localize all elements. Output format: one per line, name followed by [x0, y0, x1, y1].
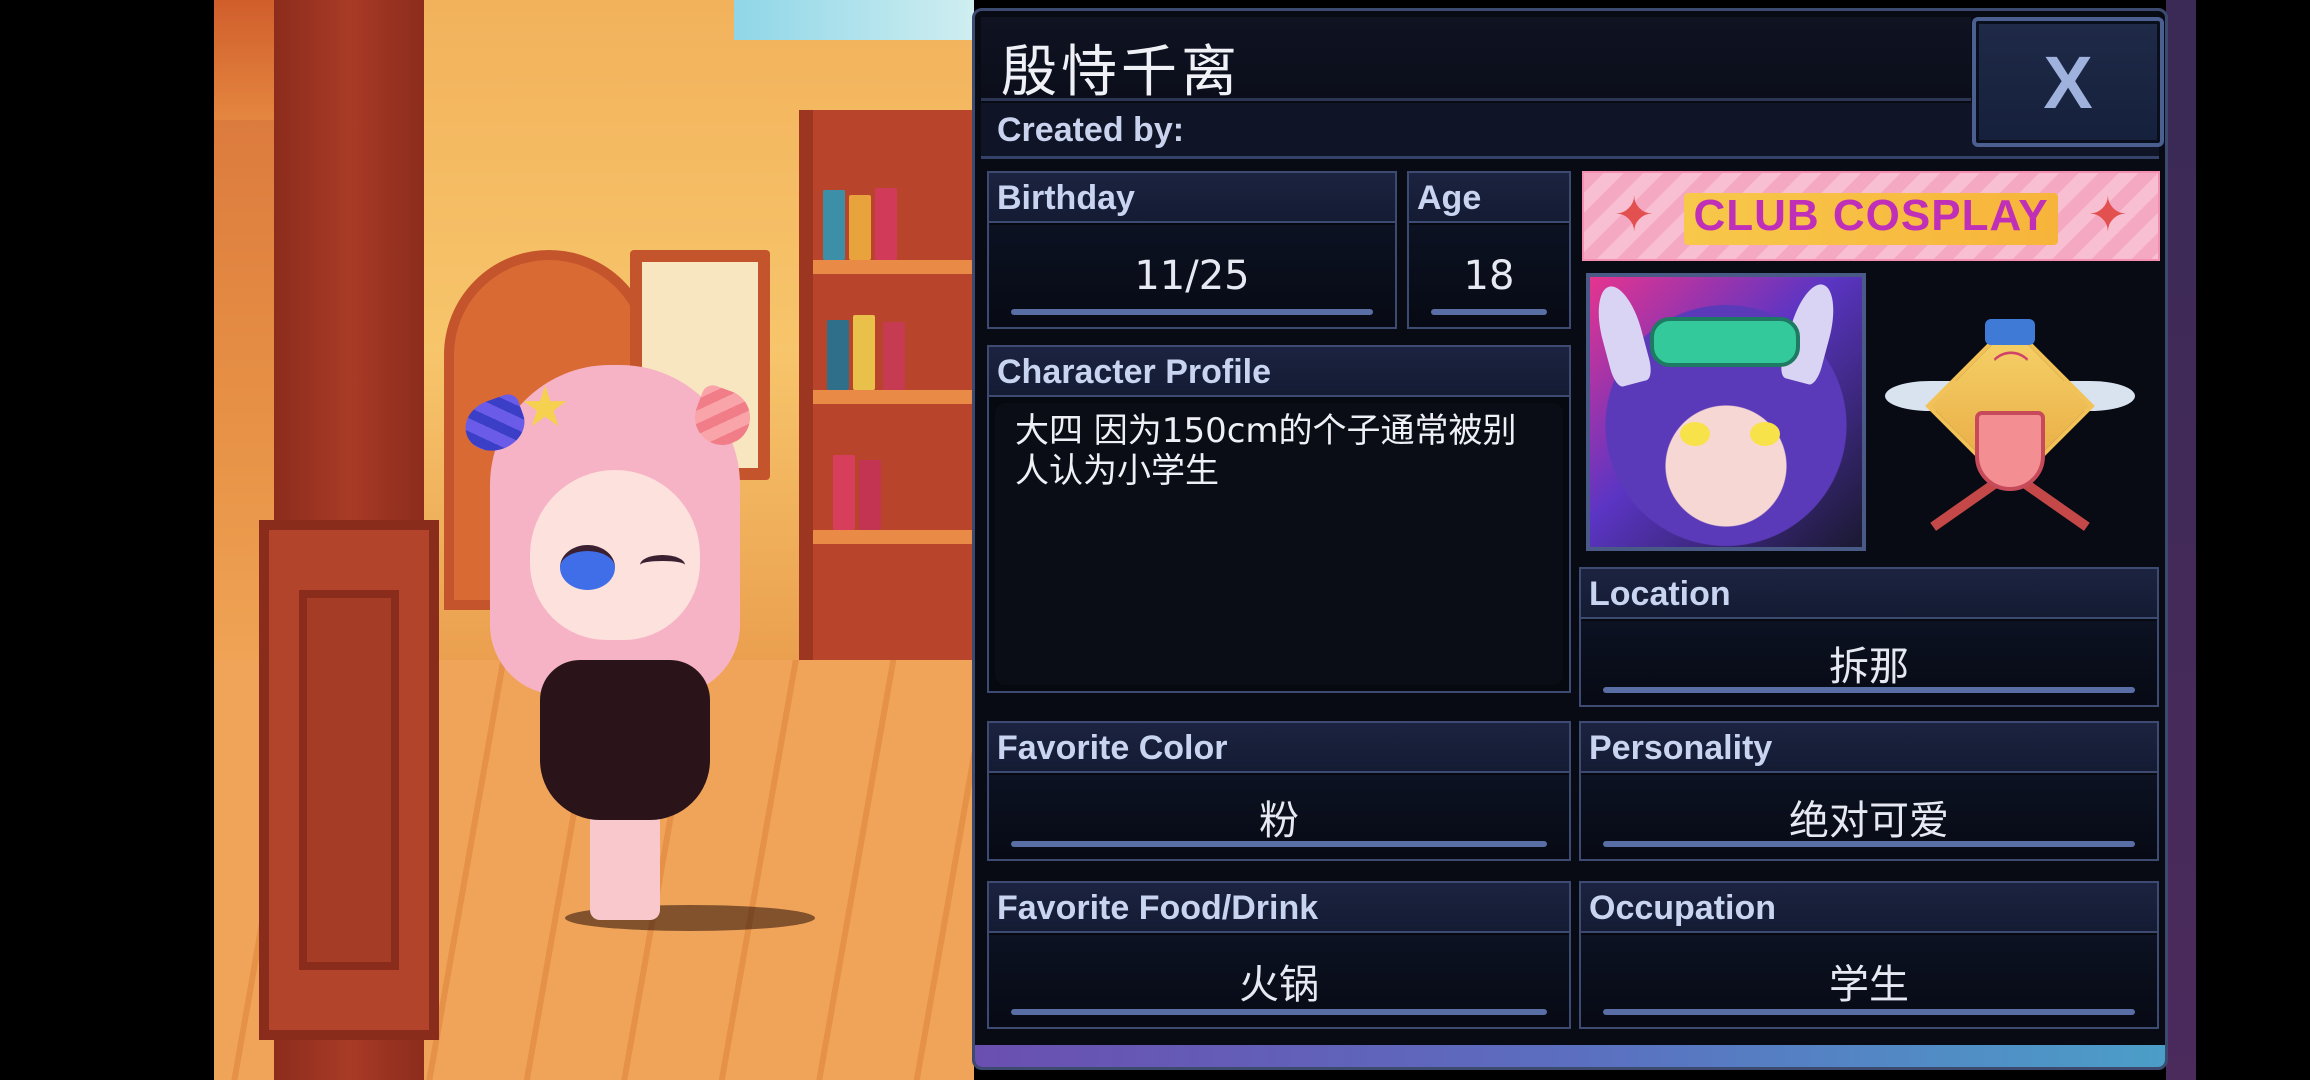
book	[849, 195, 871, 260]
character-name[interactable]: 殷恃千离	[1001, 27, 1241, 108]
panel-bottom-glow	[975, 1045, 2165, 1067]
character-dress	[540, 660, 710, 820]
age-underline	[1431, 309, 1547, 315]
emblem-shield	[1975, 411, 2045, 491]
location-underline	[1603, 687, 2135, 693]
star-icon: ★	[520, 375, 571, 440]
scene-pillar-panel	[299, 590, 399, 970]
created-by-label: Created by:	[997, 111, 1185, 149]
close-icon: X	[2043, 40, 2093, 124]
shelf-row	[813, 390, 974, 404]
scene-bookshelf	[799, 110, 974, 730]
club-banner: ✦ CLUB COSPLAY ✦	[1582, 171, 2160, 261]
favorite-food-field: Favorite Food/Drink 火锅	[987, 881, 1571, 1029]
portrait-ear	[1589, 281, 1655, 389]
shelf-row	[813, 260, 974, 274]
banner-emblem-left-icon: ✦	[1614, 187, 1655, 243]
emblem-cap	[1985, 319, 2035, 345]
book	[883, 322, 905, 390]
birthday-label: Birthday	[989, 173, 1395, 223]
banner-text: CLUB COSPLAY	[1693, 191, 2049, 240]
birthday-underline	[1011, 309, 1373, 315]
personality-field: Personality 绝对可爱	[1579, 721, 2159, 861]
favorite-color-field: Favorite Color 粉	[987, 721, 1571, 861]
portrait-eye	[1750, 422, 1780, 446]
right-edge-scene	[2166, 0, 2196, 1080]
character-face	[530, 470, 700, 640]
favorite-food-underline	[1011, 1009, 1547, 1015]
character-eye	[560, 545, 615, 590]
location-label: Location	[1581, 569, 2157, 619]
favorite-food-label: Favorite Food/Drink	[989, 883, 1569, 933]
occupation-label: Occupation	[1581, 883, 2157, 933]
gacha-character[interactable]: ★	[458, 350, 815, 950]
book	[859, 460, 881, 530]
character-profile-field: Character Profile 大四 因为150cm的个子通常被别人认为小学…	[987, 345, 1571, 693]
character-profile-panel: 殷恃千离 Created by: X Birthday 11/25 Age 18…	[972, 8, 2168, 1070]
book	[823, 190, 845, 260]
banner-emblem-right-icon: ✦	[2087, 187, 2128, 243]
book	[833, 455, 855, 530]
scene-sky	[734, 0, 974, 40]
character-profile-textarea[interactable]: 大四 因为150cm的个子通常被别人认为小学生	[995, 403, 1563, 685]
favorite-color-label: Favorite Color	[989, 723, 1569, 773]
shelf-row	[813, 530, 974, 544]
book	[827, 320, 849, 390]
personality-label: Personality	[1581, 723, 2157, 773]
personality-underline	[1603, 841, 2135, 847]
occupation-field: Occupation 学生	[1579, 881, 2159, 1029]
favorite-color-underline	[1011, 841, 1547, 847]
location-field: Location 拆那	[1579, 567, 2159, 707]
close-button[interactable]: X	[1972, 17, 2164, 147]
birthday-field: Birthday 11/25	[987, 171, 1397, 329]
club-emblem-icon[interactable]: ⌒	[1885, 311, 2135, 541]
book	[853, 315, 875, 390]
character-eye-closed	[640, 555, 685, 575]
name-bar: 殷恃千离	[981, 17, 1971, 105]
age-label: Age	[1409, 173, 1569, 223]
character-profile-label: Character Profile	[989, 347, 1569, 397]
hanger-icon: ⌒	[1993, 350, 2030, 391]
occupation-underline	[1603, 1009, 2135, 1015]
portrait-goggles	[1650, 317, 1800, 367]
character-portrait[interactable]	[1586, 273, 1866, 551]
portrait-eye	[1680, 422, 1710, 446]
book	[875, 188, 897, 260]
age-field: Age 18	[1407, 171, 1571, 329]
